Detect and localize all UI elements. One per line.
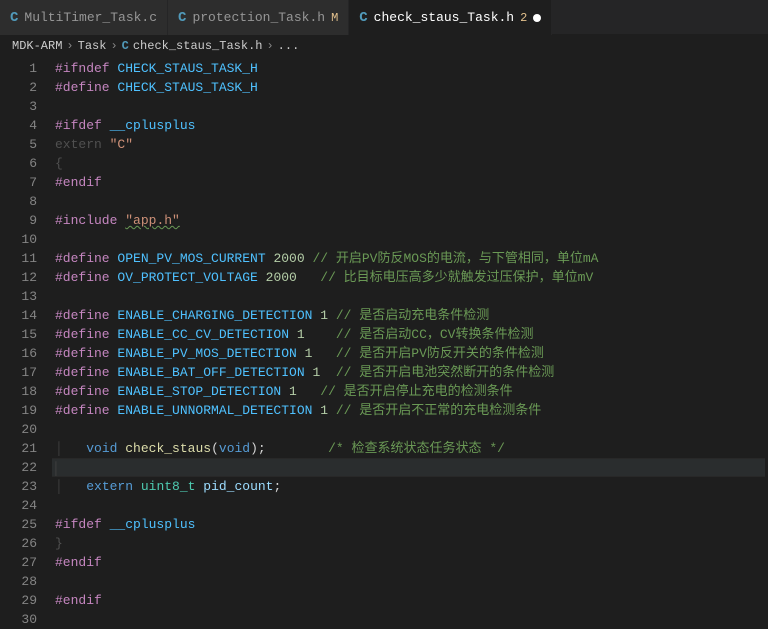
line-number: 12 bbox=[0, 268, 37, 287]
code-line[interactable]: extern "C" bbox=[55, 135, 768, 154]
code-line[interactable]: #define OPEN_PV_MOS_CURRENT 2000 // 开启PV… bbox=[55, 249, 768, 268]
code-line[interactable]: #define ENABLE_PV_MOS_DETECTION 1 // 是否开… bbox=[55, 344, 768, 363]
c-file-icon: C bbox=[10, 10, 18, 26]
line-number: 11 bbox=[0, 249, 37, 268]
line-number: 16 bbox=[0, 344, 37, 363]
code-line[interactable]: #define ENABLE_BAT_OFF_DETECTION 1 // 是否… bbox=[55, 363, 768, 382]
code-line[interactable]: │ void check_staus(void); /* 检查系统状态任务状态 … bbox=[55, 439, 768, 458]
code-line[interactable] bbox=[55, 420, 768, 439]
code-line[interactable]: #include "app.h" bbox=[55, 211, 768, 230]
code-editor[interactable]: 1234567891011121314151617181920212223242… bbox=[0, 57, 768, 629]
code-line[interactable]: #endif bbox=[55, 173, 768, 192]
line-number: 14 bbox=[0, 306, 37, 325]
line-number: 15 bbox=[0, 325, 37, 344]
chevron-right-icon: › bbox=[110, 39, 117, 53]
line-number: 1 bbox=[0, 59, 37, 78]
tab-label: check_staus_Task.h bbox=[374, 10, 514, 25]
line-number: 29 bbox=[0, 591, 37, 610]
code-line[interactable]: │ extern uint8_t pid_count; bbox=[55, 477, 768, 496]
code-line[interactable]: #endif bbox=[55, 591, 768, 610]
breadcrumb-part[interactable]: MDK-ARM bbox=[12, 39, 62, 53]
line-number: 28 bbox=[0, 572, 37, 591]
code-line[interactable]: #define ENABLE_CHARGING_DETECTION 1 // 是… bbox=[55, 306, 768, 325]
modified-badge: M bbox=[331, 11, 338, 25]
problems-badge: 2 bbox=[520, 11, 527, 25]
code-area[interactable]: #ifndef CHECK_STAUS_TASK_H#define CHECK_… bbox=[55, 57, 768, 629]
line-number: 4 bbox=[0, 116, 37, 135]
breadcrumb-trail[interactable]: ... bbox=[278, 39, 300, 53]
line-number: 23 bbox=[0, 477, 37, 496]
line-number: 19 bbox=[0, 401, 37, 420]
tab-label: MultiTimer_Task.c bbox=[24, 10, 157, 25]
c-file-icon: C bbox=[359, 10, 367, 26]
code-line[interactable] bbox=[55, 572, 768, 591]
line-number: 24 bbox=[0, 496, 37, 515]
code-line[interactable] bbox=[55, 230, 768, 249]
tab-check-staus[interactable]: C check_staus_Task.h 2 bbox=[349, 0, 552, 35]
code-line[interactable] bbox=[55, 496, 768, 515]
breadcrumb-file[interactable]: check_staus_Task.h bbox=[133, 39, 263, 53]
line-number: 6 bbox=[0, 154, 37, 173]
line-number: 25 bbox=[0, 515, 37, 534]
code-line[interactable]: │ bbox=[52, 458, 765, 477]
code-line[interactable]: #ifdef __cplusplus bbox=[55, 515, 768, 534]
code-line[interactable]: #define ENABLE_UNNORMAL_DETECTION 1 // 是… bbox=[55, 401, 768, 420]
chevron-right-icon: › bbox=[266, 39, 273, 53]
line-number: 26 bbox=[0, 534, 37, 553]
dirty-dot-icon bbox=[533, 14, 541, 22]
code-line[interactable]: #define OV_PROTECT_VOLTAGE 2000 // 比目标电压… bbox=[55, 268, 768, 287]
tab-label: protection_Task.h bbox=[192, 10, 325, 25]
breadcrumb-part[interactable]: Task bbox=[78, 39, 107, 53]
line-number: 18 bbox=[0, 382, 37, 401]
line-number: 22 bbox=[0, 458, 37, 477]
c-file-icon: C bbox=[122, 39, 129, 53]
code-line[interactable] bbox=[55, 97, 768, 116]
chevron-right-icon: › bbox=[66, 39, 73, 53]
line-number: 8 bbox=[0, 192, 37, 211]
line-number: 9 bbox=[0, 211, 37, 230]
line-number-gutter: 1234567891011121314151617181920212223242… bbox=[0, 57, 55, 629]
code-line[interactable]: #define ENABLE_STOP_DETECTION 1 // 是否开启停… bbox=[55, 382, 768, 401]
tab-bar: C MultiTimer_Task.c C protection_Task.h … bbox=[0, 0, 768, 35]
line-number: 10 bbox=[0, 230, 37, 249]
line-number: 20 bbox=[0, 420, 37, 439]
code-line[interactable]: #endif bbox=[55, 553, 768, 572]
line-number: 2 bbox=[0, 78, 37, 97]
line-number: 7 bbox=[0, 173, 37, 192]
line-number: 21 bbox=[0, 439, 37, 458]
code-line[interactable]: { bbox=[55, 154, 768, 173]
line-number: 5 bbox=[0, 135, 37, 154]
code-line[interactable] bbox=[55, 192, 768, 211]
tab-multitimer[interactable]: C MultiTimer_Task.c bbox=[0, 0, 168, 35]
breadcrumb[interactable]: MDK-ARM › Task › C check_staus_Task.h › … bbox=[0, 35, 768, 57]
line-number: 27 bbox=[0, 553, 37, 572]
code-line[interactable]: #define ENABLE_CC_CV_DETECTION 1 // 是否启动… bbox=[55, 325, 768, 344]
code-line[interactable]: } bbox=[55, 534, 768, 553]
line-number: 17 bbox=[0, 363, 37, 382]
code-line[interactable] bbox=[55, 287, 768, 306]
code-line[interactable]: #ifndef CHECK_STAUS_TASK_H bbox=[55, 59, 768, 78]
line-number: 3 bbox=[0, 97, 37, 116]
tab-protection[interactable]: C protection_Task.h M bbox=[168, 0, 349, 35]
code-line[interactable]: #ifdef __cplusplus bbox=[55, 116, 768, 135]
c-file-icon: C bbox=[178, 10, 186, 26]
code-line[interactable]: #define CHECK_STAUS_TASK_H bbox=[55, 78, 768, 97]
line-number: 13 bbox=[0, 287, 37, 306]
